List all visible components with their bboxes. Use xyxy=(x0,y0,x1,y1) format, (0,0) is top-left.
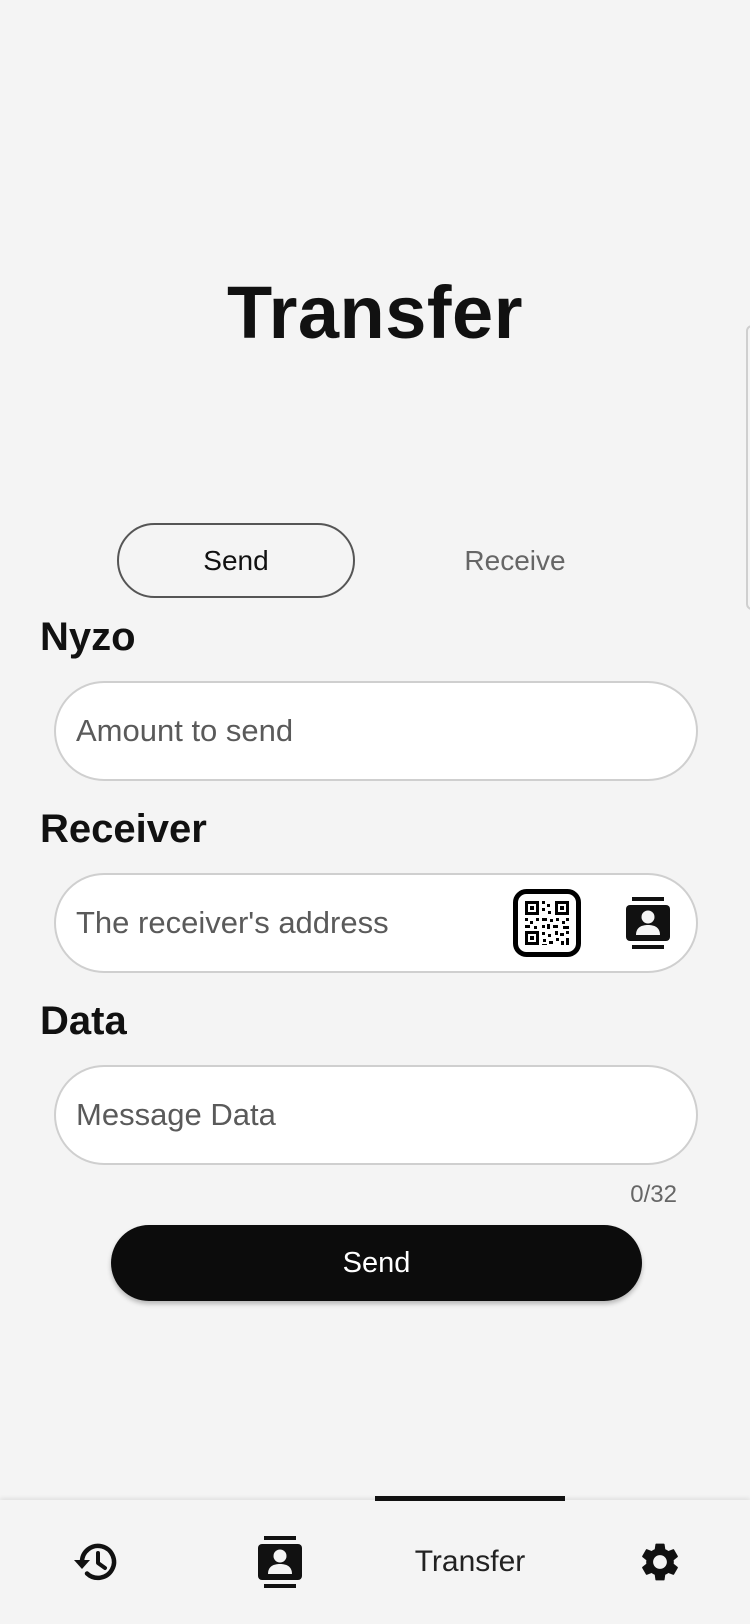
message-data-field xyxy=(54,1065,698,1165)
data-label: Data xyxy=(40,999,127,1043)
edge-panel-handle[interactable] xyxy=(746,325,750,610)
contacts-icon xyxy=(258,1536,302,1588)
receiver-label: Receiver xyxy=(40,807,207,851)
history-icon xyxy=(74,1543,117,1581)
nav-settings[interactable] xyxy=(610,1500,710,1624)
pick-contact-button[interactable] xyxy=(620,893,676,953)
contacts-icon xyxy=(626,897,670,949)
nav-history[interactable] xyxy=(45,1500,145,1624)
nav-transfer[interactable]: Transfer xyxy=(375,1500,565,1624)
tab-send[interactable]: Send xyxy=(117,523,355,598)
tab-receive[interactable]: Receive xyxy=(410,523,620,598)
receiver-field xyxy=(54,873,698,973)
nav-transfer-label: Transfer xyxy=(414,1545,526,1578)
qr-code-icon xyxy=(513,889,581,957)
gear-icon xyxy=(642,1543,678,1581)
send-button[interactable]: Send xyxy=(111,1225,642,1301)
nav-contacts[interactable] xyxy=(230,1500,330,1624)
receiver-address-input[interactable] xyxy=(56,875,696,971)
amount-field xyxy=(54,681,698,781)
amount-input[interactable] xyxy=(56,683,696,779)
page-title: Transfer xyxy=(226,271,524,354)
message-data-input[interactable] xyxy=(56,1067,696,1163)
amount-label: Nyzo xyxy=(40,615,136,659)
transfer-screen: Transfer Send Receive Nyzo Receiver xyxy=(0,0,750,1624)
character-counter: 0/32 xyxy=(630,1181,677,1208)
scan-qr-button[interactable] xyxy=(513,889,581,957)
